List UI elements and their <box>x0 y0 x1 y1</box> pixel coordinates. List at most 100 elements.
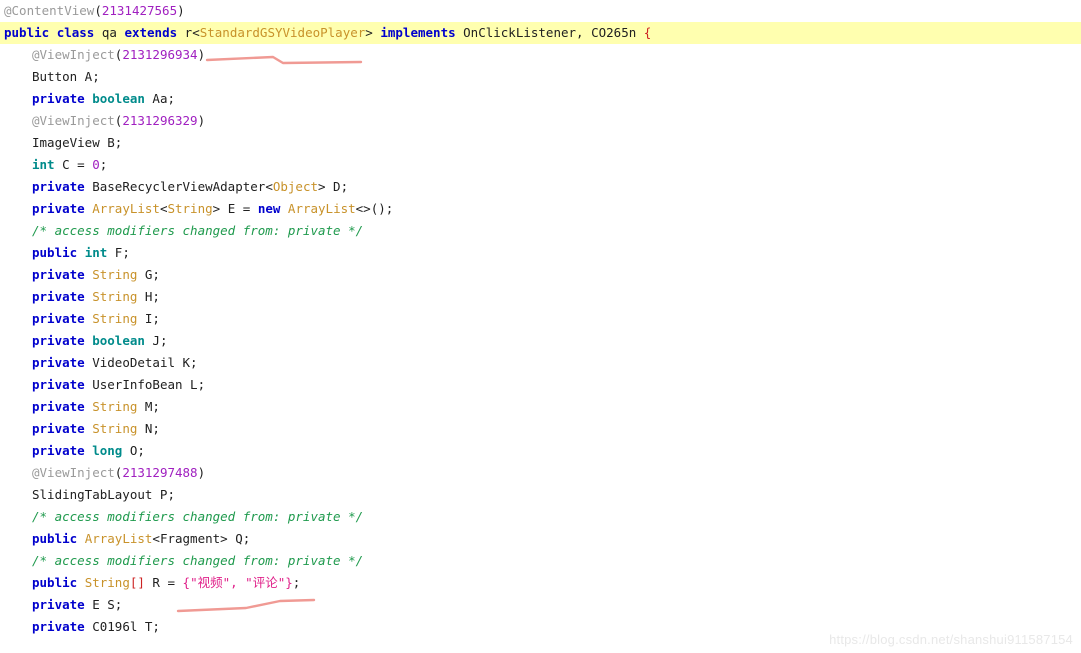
token-kw: public <box>4 25 50 40</box>
token-type: String <box>84 575 130 590</box>
line-contentview: @ContentView(2131427565) <box>0 0 1081 22</box>
token-anno: @ViewInject <box>32 465 115 480</box>
token-kw: private <box>32 311 85 326</box>
token-kw: class <box>56 25 95 40</box>
token-anno: @ContentView <box>4 3 95 18</box>
line-field-A: Button A; <box>0 66 1081 88</box>
token-type: ArrayList <box>92 201 160 216</box>
line-field-Aa: private boolean Aa; <box>0 88 1081 110</box>
token-type: String <box>92 399 138 414</box>
token-comment: /* access modifiers changed from: privat… <box>32 509 364 524</box>
token-plain: VideoDetail K; <box>84 355 198 370</box>
token-punc: ( <box>94 3 102 18</box>
token-punc: < <box>152 531 160 546</box>
token-plain: qa <box>94 25 125 40</box>
line-comment-2: /* access modifiers changed from: privat… <box>0 506 1081 528</box>
line-viewinject-1: @ViewInject(2131296934) <box>0 44 1081 66</box>
token-num: 0 <box>92 157 100 172</box>
token-brace: { <box>643 25 652 40</box>
token-type: String <box>92 311 138 326</box>
token-punc <box>49 25 57 40</box>
token-plain: J; <box>144 333 168 348</box>
token-plain: H; <box>137 289 160 304</box>
token-plain: ImageView B; <box>32 135 123 150</box>
token-plain: D; <box>325 179 349 194</box>
token-kw: public <box>32 245 78 260</box>
line-viewinject-3: @ViewInject(2131297488) <box>0 462 1081 484</box>
line-field-G: private String G; <box>0 264 1081 286</box>
token-prim: long <box>92 443 123 458</box>
token-num: 2131427565 <box>101 3 178 18</box>
token-comment: /* access modifiers changed from: privat… <box>32 223 364 238</box>
token-type: ArrayList <box>84 531 153 546</box>
token-anno: @ViewInject <box>32 47 115 62</box>
token-plain: E = <box>220 201 258 216</box>
token-type: String <box>92 289 138 304</box>
token-plain: Button A; <box>32 69 100 84</box>
token-plain: M; <box>137 399 160 414</box>
token-type: Object <box>272 179 318 194</box>
line-field-O: private long O; <box>0 440 1081 462</box>
token-kw: private <box>32 421 85 436</box>
line-field-S: private E S; <box>0 594 1081 616</box>
token-punc: ) <box>177 3 185 18</box>
line-field-Q: public ArrayList<Fragment> Q; <box>0 528 1081 550</box>
line-field-B: ImageView B; <box>0 132 1081 154</box>
token-type: String <box>92 421 138 436</box>
token-punc: <>(); <box>355 201 394 216</box>
line-field-F: public int F; <box>0 242 1081 264</box>
token-punc: ) <box>197 113 206 128</box>
token-str: {"视频", "评论"} <box>182 575 293 590</box>
token-brace: [] <box>129 575 145 590</box>
token-num: 2131297488 <box>122 465 198 480</box>
token-kw: implements <box>380 25 456 40</box>
token-punc: ; <box>292 575 301 590</box>
token-anno: @ViewInject <box>32 113 115 128</box>
token-plain: F; <box>107 245 130 260</box>
line-field-N: private String N; <box>0 418 1081 440</box>
line-field-D: private BaseRecyclerViewAdapter<Object> … <box>0 176 1081 198</box>
line-comment-1: /* access modifiers changed from: privat… <box>0 220 1081 242</box>
token-punc: < <box>265 179 273 194</box>
token-plain: R = <box>144 575 183 590</box>
token-type: StandardGSYVideoPlayer <box>199 25 366 40</box>
token-kw: private <box>32 267 85 282</box>
token-plain: r <box>177 25 193 40</box>
token-plain: N; <box>137 421 160 436</box>
line-field-I: private String I; <box>0 308 1081 330</box>
line-field-E: private ArrayList<String> E = new ArrayL… <box>0 198 1081 220</box>
token-prim: boolean <box>92 91 145 106</box>
line-field-K: private VideoDetail K; <box>0 352 1081 374</box>
token-punc: > <box>365 25 373 40</box>
token-plain: UserInfoBean L; <box>84 377 206 392</box>
token-kw: new <box>257 201 281 216</box>
token-kw: private <box>32 443 85 458</box>
token-punc <box>77 575 85 590</box>
token-kw: private <box>32 333 85 348</box>
line-field-M: private String M; <box>0 396 1081 418</box>
token-punc <box>77 531 85 546</box>
token-plain: Aa; <box>144 91 176 106</box>
token-punc: ) <box>197 47 206 62</box>
token-kw: private <box>32 597 85 612</box>
code-viewer: @ContentView(2131427565) public class qa … <box>0 0 1081 653</box>
line-field-H: private String H; <box>0 286 1081 308</box>
token-punc <box>280 201 288 216</box>
line-field-J: private boolean J; <box>0 330 1081 352</box>
token-punc <box>77 245 85 260</box>
token-kw: private <box>32 355 85 370</box>
token-punc: ) <box>197 465 206 480</box>
token-plain: Fragment <box>159 531 221 546</box>
token-plain: OnClickListener, CO265n <box>455 25 644 40</box>
token-plain: G; <box>137 267 160 282</box>
token-plain: I; <box>137 311 160 326</box>
token-type: String <box>167 201 213 216</box>
line-viewinject-2: @ViewInject(2131296329) <box>0 110 1081 132</box>
token-punc: < <box>192 25 200 40</box>
line-comment-3: /* access modifiers changed from: privat… <box>0 550 1081 572</box>
token-kw: extends <box>124 25 178 40</box>
line-field-R: public String[] R = {"视频", "评论"}; <box>0 572 1081 594</box>
token-plain: C = <box>54 157 93 172</box>
token-comment: /* access modifiers changed from: privat… <box>32 553 364 568</box>
token-plain: BaseRecyclerViewAdapter <box>84 179 266 194</box>
